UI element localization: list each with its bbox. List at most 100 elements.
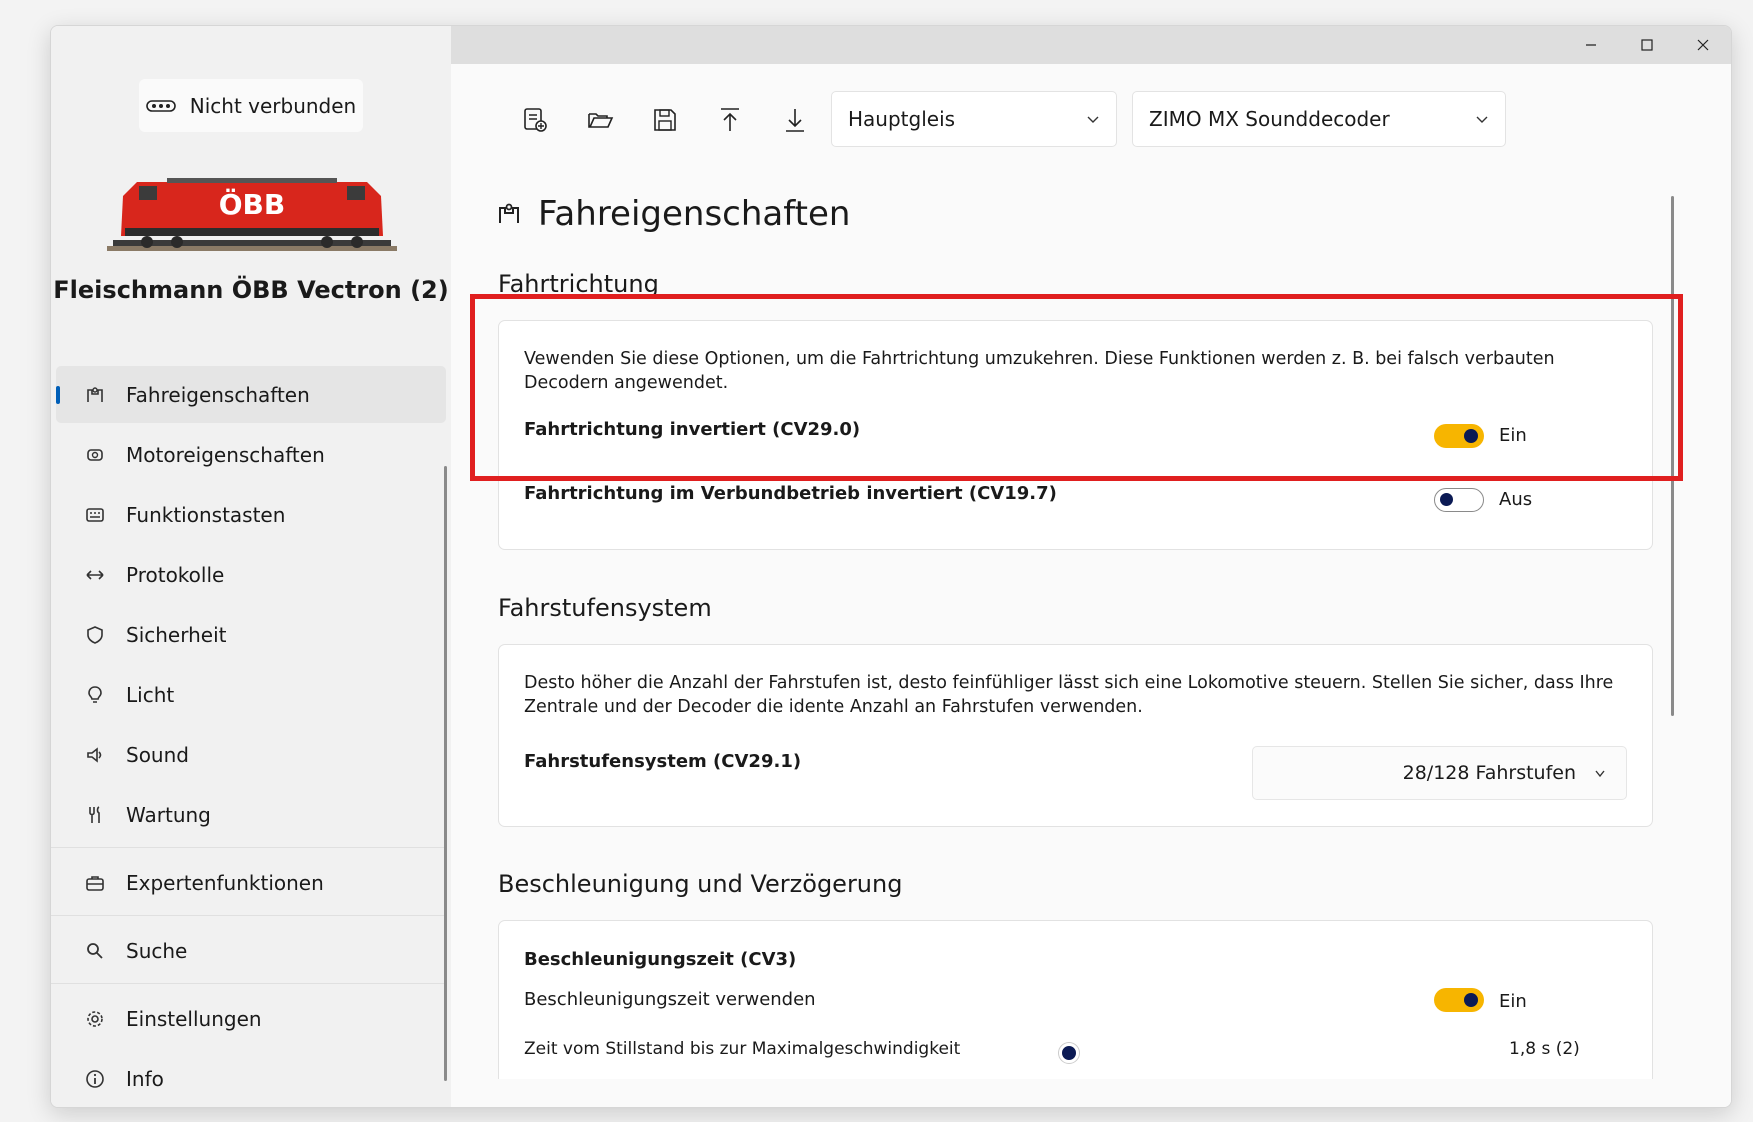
motor-icon — [84, 444, 106, 466]
new-file-button[interactable] — [519, 104, 551, 136]
acceleration-subheading: Beschleunigungszeit (CV3) — [524, 949, 797, 970]
driving-icon — [84, 384, 106, 406]
speedsteps-select[interactable]: 28/128 Fahrstufen — [1252, 746, 1627, 800]
download-icon — [786, 109, 804, 132]
connection-label: Nicht verbunden — [189, 93, 357, 118]
sidebar-item-protokolle[interactable]: Protokolle — [56, 546, 446, 603]
search-icon — [84, 940, 106, 962]
direction-description: Vewenden Sie diese Optionen, um die Fahr… — [524, 349, 1555, 393]
sidebar-item-funktionstasten[interactable]: Funktionstasten — [56, 486, 446, 543]
sidebar-item-suche[interactable]: Suche — [56, 922, 446, 979]
upload-icon — [721, 108, 739, 131]
section-heading-acceleration: Beschleunigung und Verzögerung — [498, 870, 903, 898]
gear-icon — [84, 1008, 106, 1030]
sidebar-item-motoreigenschaften[interactable]: Motoreigenschaften — [56, 426, 446, 483]
title-bar — [451, 26, 1731, 64]
consist-inverted-state: Aus — [1499, 489, 1533, 510]
speedsteps-select-value: 28/128 Fahrstufen — [1402, 762, 1576, 784]
wrench-icon — [84, 804, 106, 826]
direction-card: Vewenden Sie diese Optionen, um die Fahr… — [498, 320, 1653, 550]
content-scrollbar[interactable] — [1671, 196, 1674, 716]
maximize-icon — [1641, 39, 1653, 51]
driving-icon — [499, 203, 519, 223]
loco-logo: ÖBB — [219, 187, 286, 221]
folder-open-icon — [588, 113, 614, 128]
sidebar-item-sound[interactable]: Sound — [56, 726, 446, 783]
sidebar-item-label: Expertenfunktionen — [126, 870, 324, 895]
acceleration-slider-thumb[interactable] — [1059, 1043, 1079, 1063]
speedsteps-card: Desto höher die Anzahl der Fahrstufen is… — [498, 644, 1653, 827]
sidebar-item-label: Funktionstasten — [126, 502, 286, 527]
sidebar-item-label: Protokolle — [126, 562, 225, 587]
consist-inverted-label: Fahrtrichtung im Verbundbetrieb invertie… — [524, 483, 1057, 504]
new-document-icon — [524, 108, 547, 132]
sidebar-item-wartung[interactable]: Wartung — [56, 786, 446, 843]
sidebar-divider — [51, 915, 446, 916]
acceleration-toggle-state: Ein — [1499, 991, 1527, 1012]
toolbox-icon — [84, 872, 106, 894]
sidebar-item-label: Sicherheit — [126, 622, 227, 647]
acceleration-slider-value: 1,8 s (2) — [1509, 1039, 1580, 1059]
page-title-text: Fahreigenschaften — [538, 194, 851, 234]
keypad-icon — [84, 504, 106, 526]
open-button[interactable] — [584, 104, 616, 136]
sidebar-item-label: Licht — [126, 682, 175, 707]
sidebar-scrollbar[interactable] — [444, 466, 447, 1081]
locomotive-name: Fleischmann ÖBB Vectron (2) — [53, 276, 449, 304]
section-heading-speedsteps: Fahrstufensystem — [498, 594, 712, 622]
connection-button[interactable]: Nicht verbunden — [139, 79, 363, 132]
toolbar: Hauptgleis ZIMO MX Sounddecoder — [451, 64, 1731, 147]
main-content: Fahreigenschaften Fahrtrichtung Vewenden… — [451, 134, 1731, 1079]
acceleration-slider-label: Zeit vom Stillstand bis zur Maximalgesch… — [524, 1039, 961, 1059]
sidebar-item-label: Suche — [126, 938, 188, 963]
acceleration-card: Beschleunigungszeit (CV3) Beschleunigung… — [498, 920, 1653, 1079]
save-button[interactable] — [649, 104, 681, 136]
sidebar-item-label: Fahreigenschaften — [126, 382, 310, 407]
sidebar-item-label: Wartung — [126, 802, 211, 827]
sidebar-item-info[interactable]: Info — [56, 1050, 446, 1107]
bulb-icon — [84, 684, 106, 706]
chevron-down-icon — [1595, 770, 1605, 778]
app-window: Nicht verbunden ÖBB Fleischmann ÖBB Vect… — [50, 25, 1732, 1108]
speedsteps-description: Desto höher die Anzahl der Fahrstufen is… — [524, 673, 1614, 717]
sidebar: Nicht verbunden ÖBB Fleischmann ÖBB Vect… — [51, 26, 451, 1107]
section-heading-direction: Fahrtrichtung — [498, 270, 659, 298]
connection-icon — [145, 99, 176, 112]
direction-inverted-label: Fahrtrichtung invertiert (CV29.0) — [524, 419, 861, 440]
direction-inverted-toggle[interactable] — [1434, 424, 1484, 448]
download-button[interactable] — [779, 104, 811, 136]
close-icon — [1697, 39, 1709, 51]
track-select-value: Hauptgleis — [848, 107, 956, 131]
content-bottom-mask — [451, 1079, 1731, 1107]
sidebar-item-label: Einstellungen — [126, 1006, 262, 1031]
page-title: Fahreigenschaften — [496, 194, 850, 234]
info-icon — [84, 1068, 106, 1090]
save-icon — [654, 109, 676, 131]
sidebar-item-label: Sound — [126, 742, 189, 767]
chevron-down-icon — [1476, 116, 1488, 123]
consist-inverted-toggle[interactable] — [1434, 488, 1484, 512]
acceleration-toggle[interactable] — [1434, 988, 1484, 1012]
sidebar-item-label: Motoreigenschaften — [126, 442, 325, 467]
upload-button[interactable] — [714, 104, 746, 136]
chevron-down-icon — [1087, 116, 1099, 123]
shield-icon — [84, 624, 106, 646]
arrows-icon — [84, 564, 106, 586]
speedsteps-label: Fahrstufensystem (CV29.1) — [524, 751, 802, 772]
locomotive-image: ÖBB — [107, 178, 397, 251]
minimize-button[interactable] — [1563, 26, 1619, 64]
sidebar-item-sicherheit[interactable]: Sicherheit — [56, 606, 446, 663]
minimize-icon — [1586, 44, 1596, 46]
sidebar-item-fahreigenschaften[interactable]: Fahreigenschaften — [56, 366, 446, 423]
sidebar-item-licht[interactable]: Licht — [56, 666, 446, 723]
sidebar-item-expertenfunktionen[interactable]: Expertenfunktionen — [56, 854, 446, 911]
sidebar-item-label: Info — [126, 1066, 164, 1091]
sidebar-item-einstellungen[interactable]: Einstellungen — [56, 990, 446, 1047]
maximize-button[interactable] — [1619, 26, 1675, 64]
close-button[interactable] — [1675, 26, 1731, 64]
direction-inverted-state: Ein — [1499, 425, 1527, 446]
speaker-icon — [84, 744, 106, 766]
sidebar-nav: Fahreigenschaften Motoreigenschaften Fun… — [51, 366, 446, 1107]
sidebar-divider — [51, 847, 446, 848]
decoder-select-value: ZIMO MX Sounddecoder — [1149, 107, 1390, 131]
